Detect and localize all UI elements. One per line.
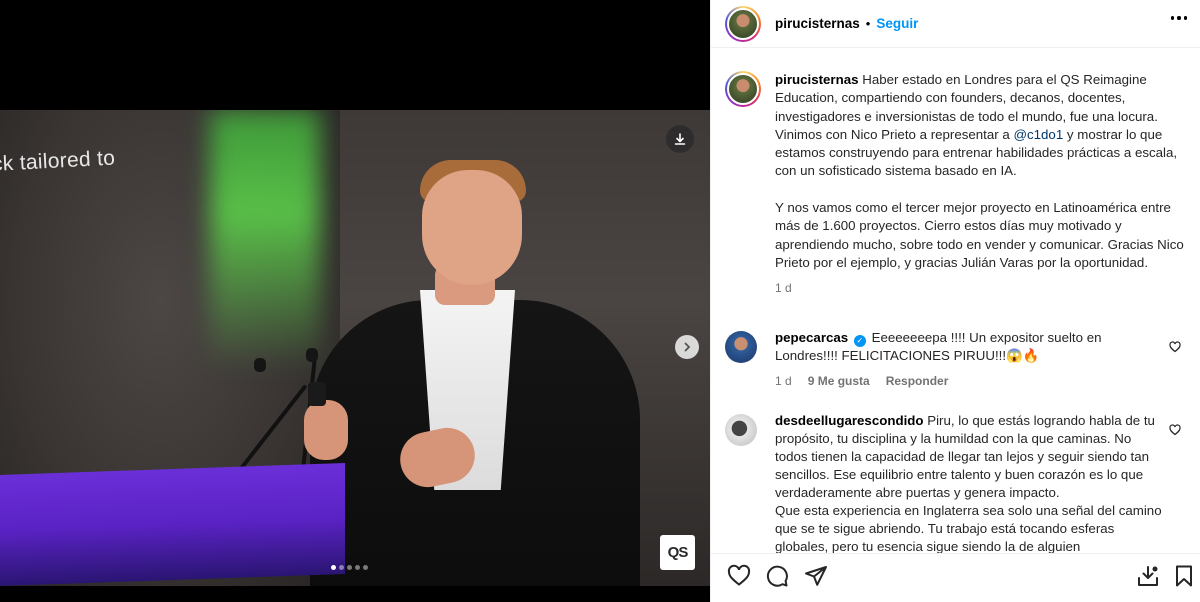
download-icon: [674, 133, 686, 145]
chevron-right-icon: [684, 342, 691, 352]
carousel-indicator: [331, 565, 368, 570]
comment-time[interactable]: 1 d: [775, 372, 792, 390]
qs-logo: QS: [660, 535, 695, 570]
comment-text-cont: Que esta experiencia en Inglaterra sea s…: [775, 503, 1162, 553]
download-button[interactable]: [666, 125, 694, 153]
comments-scroll[interactable]: pirucisternas Haber estado en Londres pa…: [711, 49, 1200, 553]
post-caption: pirucisternas Haber estado en Londres pa…: [725, 71, 1191, 295]
caption-avatar[interactable]: [725, 71, 761, 107]
comment-username[interactable]: desdeellugarescondido: [775, 413, 924, 428]
comment-heart-icon[interactable]: [1169, 341, 1181, 353]
carousel-dot: [363, 565, 368, 570]
screen-text: ack tailored to: [0, 146, 116, 177]
share-icon[interactable]: [804, 564, 828, 588]
reply-button[interactable]: Responder: [886, 372, 949, 390]
action-bar: [711, 553, 1200, 602]
carousel-dot: [347, 565, 352, 570]
comment-heart-icon[interactable]: [1169, 424, 1181, 436]
comment-username[interactable]: pepecarcas: [775, 330, 848, 345]
carousel-dot: [355, 565, 360, 570]
comment-item: pepecarcas ✓ Eeeeeeeepa !!!! Un exposito…: [725, 329, 1195, 390]
caption-paragraph-2: Y nos vamos como el tercer mejor proyect…: [775, 200, 1184, 270]
carousel-next-button[interactable]: [675, 335, 699, 359]
caption-username[interactable]: pirucisternas: [775, 72, 859, 87]
carousel-dot: [339, 565, 344, 570]
speaker: [300, 160, 650, 586]
caption-mention[interactable]: @c1do1: [1013, 127, 1063, 142]
post-media[interactable]: ack tailored to QS: [0, 0, 710, 602]
caption-time[interactable]: 1 d: [775, 281, 1191, 295]
avatar[interactable]: [725, 5, 761, 42]
verified-icon: ✓: [853, 335, 866, 347]
comment-item: desdeellugarescondido Piru, lo que estás…: [725, 412, 1195, 553]
follow-button[interactable]: Seguir: [876, 16, 918, 31]
comment-avatar[interactable]: [725, 414, 757, 446]
post-photo: ack tailored to: [0, 110, 710, 586]
heart-icon[interactable]: [727, 564, 751, 588]
post-side-panel: pirucisternas • Seguir pirucisternas Hab…: [710, 0, 1200, 602]
post-header: pirucisternas • Seguir: [711, 0, 1200, 48]
more-icon[interactable]: [1170, 16, 1187, 20]
comment-avatar[interactable]: [725, 331, 757, 363]
bookmark-icon[interactable]: [1173, 564, 1195, 588]
comment-icon[interactable]: [765, 564, 789, 588]
tag-download-icon[interactable]: [1136, 564, 1160, 588]
header-username[interactable]: pirucisternas: [775, 16, 860, 31]
podium: [0, 462, 345, 586]
carousel-dot: [331, 565, 336, 570]
comment-likes[interactable]: 9 Me gusta: [808, 372, 870, 390]
header-separator: •: [865, 16, 871, 31]
